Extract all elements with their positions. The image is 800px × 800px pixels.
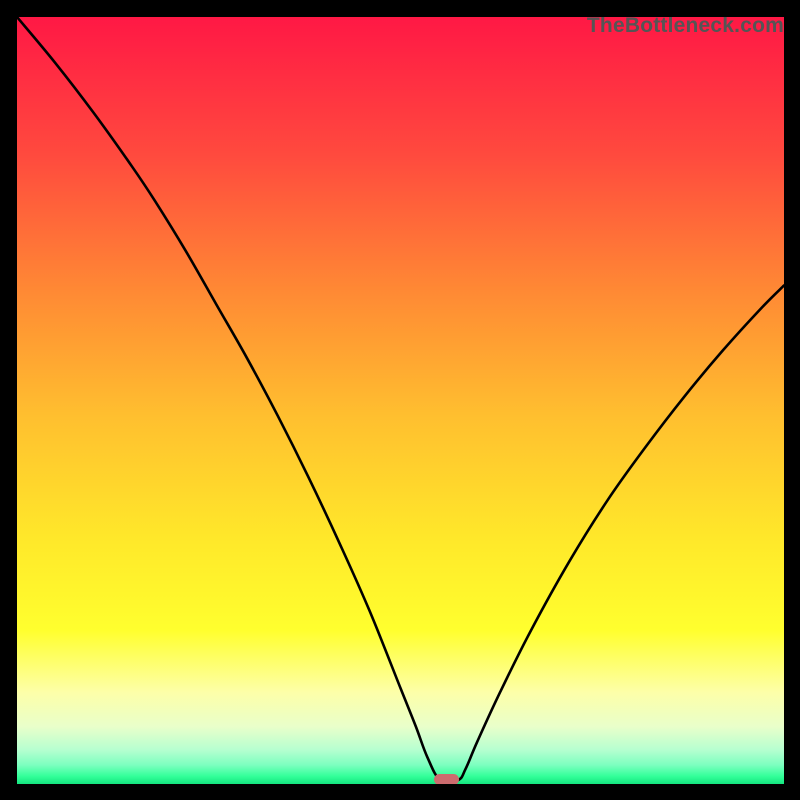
chart-frame: TheBottleneck.com	[0, 0, 800, 800]
optimal-point-marker	[434, 774, 459, 784]
bottleneck-curve	[17, 17, 784, 784]
plot-area: TheBottleneck.com	[17, 17, 784, 784]
